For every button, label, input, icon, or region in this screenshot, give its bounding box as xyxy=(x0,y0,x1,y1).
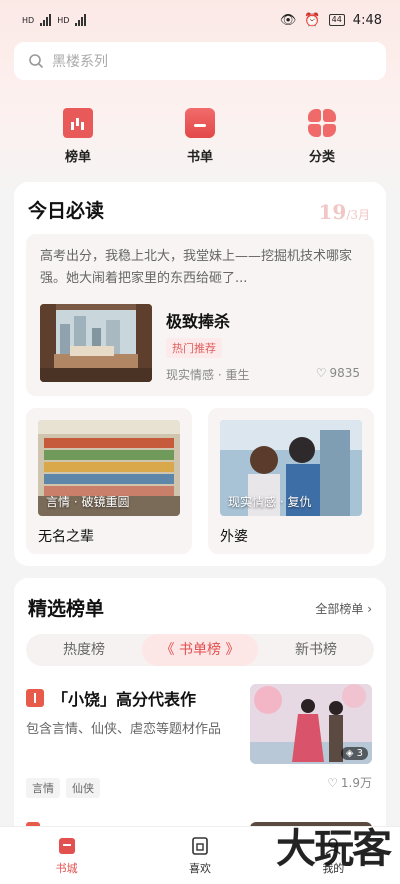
heart-icon: ♡ xyxy=(315,366,327,380)
rank-badge-icon xyxy=(26,689,44,707)
tag: 仙侠 xyxy=(66,778,100,798)
hot-tag: 热门推荐 xyxy=(166,338,222,358)
featured-book[interactable]: 高考出分，我稳上北大，我堂妹上——挖掘机技术哪家强。她大闹着把家里的东西给砸了.… xyxy=(26,234,374,396)
book-card[interactable]: 言情 · 破镜重圆 无名之辈 xyxy=(26,408,192,554)
ranking-item-desc: 包含言情、仙侠、虐恋等题材作品 xyxy=(26,722,222,737)
status-bar: HD HD 👁 ⏰ 44 4:48 xyxy=(0,0,400,40)
book-cover: 现实情感 · 复仇 xyxy=(220,420,362,516)
tab-new[interactable]: 新书榜 xyxy=(258,634,374,666)
search-placeholder: 黑楼系列 xyxy=(52,54,108,70)
bookstore-icon xyxy=(56,835,78,857)
featured-blurb: 高考出分，我稳上北大，我堂妹上——挖掘机技术哪家强。她大闹着把家里的东西给砸了.… xyxy=(40,249,353,286)
book-cover: 言情 · 破镜重圆 xyxy=(38,420,180,516)
chevron-right-icon: › xyxy=(367,602,372,616)
alarm-icon: ⏰ xyxy=(304,12,321,28)
ranking-item-tags: 言情 仙侠 xyxy=(26,778,100,798)
featured-title: 极致捧杀 xyxy=(166,312,231,331)
ranking-tabs: 热度榜 《 书单榜 》 新书榜 xyxy=(26,634,374,666)
nav-booklist-label: 书单 xyxy=(186,150,213,165)
grid-icon xyxy=(307,108,337,138)
nav-booklist[interactable]: 书单 xyxy=(170,108,230,165)
all-rankings-label: 全部榜单 xyxy=(315,602,364,616)
ranking-item-title-row[interactable]: 「小饶」高分代表作 xyxy=(26,686,196,710)
hd-label: HD xyxy=(22,15,35,25)
featured-likes: ♡ 9835 xyxy=(316,366,360,380)
tab-hot[interactable]: 热度榜 xyxy=(26,634,142,666)
book-genre: 现实情感 · 复仇 xyxy=(228,495,312,509)
ranking-card: 精选榜单 全部榜单 › 热度榜 《 书单榜 》 新书榜 「小饶」高分代表作 包含… xyxy=(14,578,386,838)
stack-count-badge: ◈ 3 xyxy=(340,747,368,760)
battery-icon: 44 xyxy=(328,14,345,26)
all-rankings-link[interactable]: 全部榜单 › xyxy=(315,600,372,617)
today-card: 今日必读 19/3月 高考出分，我稳上北大，我堂妹上——挖掘机技术哪家强。她大闹… xyxy=(14,182,386,566)
featured-genre: 现实情感 · 重生 xyxy=(166,368,250,382)
tab-favorites-label: 喜欢 xyxy=(188,862,211,875)
date-day: 19 xyxy=(318,200,347,224)
featured-cover xyxy=(40,304,152,382)
signal-icon-2 xyxy=(75,14,87,26)
ranking-item-title: 「小饶」高分代表作 xyxy=(52,690,197,709)
book-list-icon xyxy=(185,108,215,138)
search-input[interactable]: 黑楼系列 xyxy=(14,42,386,80)
tab-favorites[interactable]: 喜欢 xyxy=(160,835,240,876)
tag: 言情 xyxy=(26,778,60,798)
tab-bookstore-label: 书城 xyxy=(55,862,78,875)
search-icon xyxy=(29,54,44,69)
signal-icon xyxy=(40,14,52,26)
nav-category-label: 分类 xyxy=(308,150,335,165)
eye-icon: 👁 xyxy=(279,12,297,28)
tab-bookstore[interactable]: 书城 xyxy=(27,835,107,876)
today-title: 今日必读 xyxy=(28,200,105,222)
category-nav: 榜单 书单 分类 xyxy=(0,108,400,170)
featured-likes-count: 9835 xyxy=(329,366,360,380)
ranking-item-likes: ♡ 1.9万 xyxy=(327,774,372,791)
ranking-item-likes-count: 1.9万 xyxy=(340,776,372,790)
book-card[interactable]: 现实情感 · 复仇 外婆 xyxy=(208,408,374,554)
chart-icon xyxy=(63,108,93,138)
heart-icon: ♡ xyxy=(327,775,338,790)
nav-category[interactable]: 分类 xyxy=(292,108,352,165)
book-genre: 言情 · 破镜重圆 xyxy=(46,495,130,509)
nav-ranking-label: 榜单 xyxy=(64,150,91,165)
book-title: 无名之辈 xyxy=(38,529,94,545)
date-badge: 19/3月 xyxy=(318,200,370,224)
ranking-item-cover[interactable]: ◈ 3 xyxy=(250,684,372,764)
layers-icon: ◈ xyxy=(345,748,354,759)
ranking-title: 精选榜单 xyxy=(28,598,105,620)
hd-label-2: HD xyxy=(57,15,70,25)
favorites-icon xyxy=(189,835,211,857)
clock: 4:48 xyxy=(352,12,382,28)
nav-ranking[interactable]: 榜单 xyxy=(48,108,108,165)
date-month: /3月 xyxy=(346,208,370,222)
stack-count: 3 xyxy=(356,748,363,759)
tab-booklist[interactable]: 《 书单榜 》 xyxy=(142,634,258,666)
watermark: 大玩客 xyxy=(276,825,392,872)
signal-indicators: HD HD xyxy=(22,14,87,26)
book-title: 外婆 xyxy=(220,529,248,545)
